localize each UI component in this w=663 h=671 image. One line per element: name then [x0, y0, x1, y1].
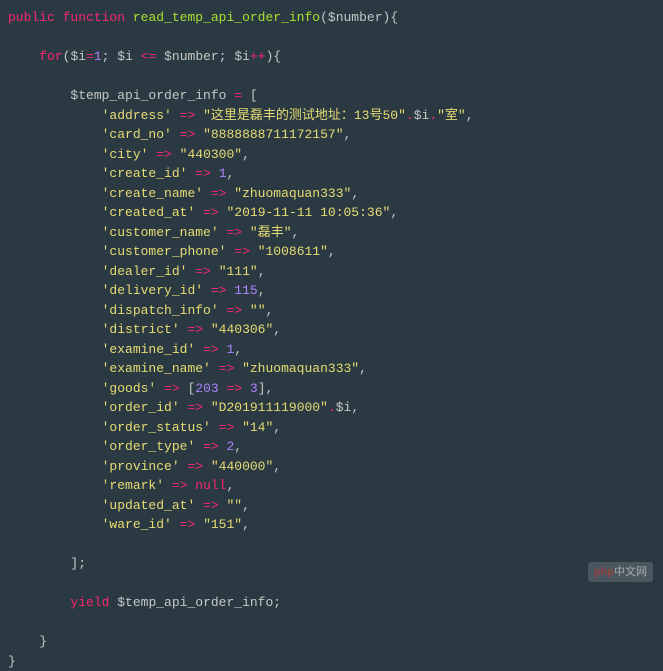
array-entry: 'create_name' => "zhuomaquan333",	[0, 184, 663, 204]
array-entry: 'dealer_id' => "111",	[0, 262, 663, 282]
array-entry: 'remark' => null,	[0, 476, 663, 496]
watermark-brand: php	[594, 566, 614, 578]
for-loop: for($i=1; $i <= $number; $i++){	[0, 47, 663, 67]
array-entry: 'order_id' => "D201911119000".$i,	[0, 398, 663, 418]
fn-declaration: public function read_temp_api_order_info…	[0, 8, 663, 28]
array-entry: 'district' => "440306",	[0, 320, 663, 340]
array-close: ];	[0, 554, 663, 574]
array-entry: 'address' => "这里是磊丰的测试地址：13号50".$i."室",	[0, 106, 663, 126]
array-entry: 'order_type' => 2,	[0, 437, 663, 457]
array-entry: 'customer_phone' => "1008611",	[0, 242, 663, 262]
array-entry: 'examine_id' => 1,	[0, 340, 663, 360]
array-entry: 'delivery_id' => 115,	[0, 281, 663, 301]
array-entry: 'goods' => [203 => 3],	[0, 379, 663, 399]
array-entry: 'examine_name' => "zhuomaquan333",	[0, 359, 663, 379]
array-entry: 'dispatch_info' => "",	[0, 301, 663, 321]
close-brace: }	[0, 652, 663, 671]
array-entry: 'card_no' => "8888888711172157",	[0, 125, 663, 145]
array-entry: 'customer_name' => "磊丰",	[0, 223, 663, 243]
array-entry: 'order_status' => "14",	[0, 418, 663, 438]
yield-statement: yield $temp_api_order_info;	[0, 593, 663, 613]
code-block: public function read_temp_api_order_info…	[0, 8, 663, 671]
close-brace: }	[0, 632, 663, 652]
array-entry: 'city' => "440300",	[0, 145, 663, 165]
watermark-suffix: 中文网	[614, 566, 647, 578]
array-entry: 'create_id' => 1,	[0, 164, 663, 184]
array-entry: 'updated_at' => "",	[0, 496, 663, 516]
watermark: php中文网	[588, 562, 653, 583]
array-assign: $temp_api_order_info = [	[0, 86, 663, 106]
array-entry: 'province' => "440000",	[0, 457, 663, 477]
array-entry: 'ware_id' => "151",	[0, 515, 663, 535]
array-entry: 'created_at' => "2019-11-11 10:05:36",	[0, 203, 663, 223]
